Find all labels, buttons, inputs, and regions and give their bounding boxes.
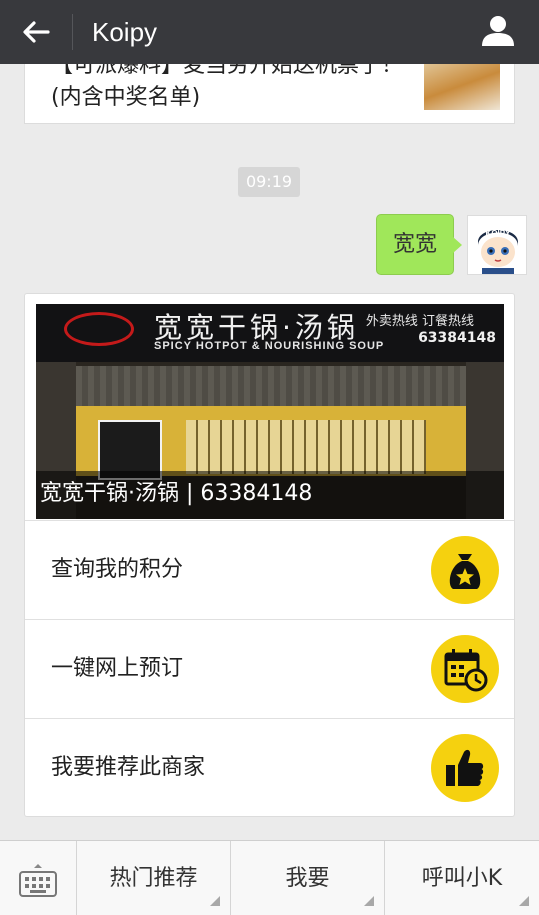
keyboard-toggle-button[interactable] bbox=[0, 841, 77, 915]
menu-item-label: 我要推荐此商家 bbox=[51, 755, 206, 780]
shop-sign-phone-label: 外卖热线 订餐热线 bbox=[365, 314, 474, 329]
calendar-clock-icon bbox=[431, 635, 499, 703]
message-timestamp: 09:19 bbox=[238, 167, 300, 197]
bottom-menu-bar: 热门推荐 我要 呼叫小K bbox=[0, 840, 539, 915]
submenu-indicator-icon bbox=[210, 896, 220, 906]
tab-label: 呼叫小K bbox=[421, 866, 503, 891]
merchant-cover-image[interactable]: 宽宽干锅·汤锅 SPICY HOTPOT & NOURISHING SOUP 外… bbox=[36, 304, 504, 519]
menu-item-online-booking[interactable]: 一键网上预订 bbox=[25, 619, 514, 718]
cover-caption: 宽宽干锅·汤锅 | 63384148 bbox=[40, 481, 313, 506]
shop-sign-logo bbox=[64, 312, 134, 346]
merchant-card: 宽宽干锅·汤锅 SPICY HOTPOT & NOURISHING SOUP 外… bbox=[24, 293, 515, 817]
tab-hot-recommend[interactable]: 热门推荐 bbox=[77, 841, 231, 915]
tab-label: 我要 bbox=[285, 866, 330, 891]
menu-item-label: 一键网上预订 bbox=[51, 656, 184, 681]
header-divider bbox=[72, 14, 73, 50]
storefront-window bbox=[186, 420, 426, 474]
avatar-text: KOIPY bbox=[486, 229, 512, 238]
menu-item-check-points[interactable]: 查询我的积分 bbox=[25, 520, 514, 619]
title-bar: Koipy bbox=[0, 0, 539, 64]
submenu-indicator-icon bbox=[519, 896, 529, 906]
profile-icon[interactable] bbox=[479, 12, 517, 50]
tab-call-k[interactable]: 呼叫小K bbox=[385, 841, 539, 915]
submenu-indicator-icon bbox=[364, 896, 374, 906]
avatar-illustration-icon: KOIPY bbox=[468, 216, 526, 274]
avatar[interactable]: KOIPY bbox=[467, 215, 527, 275]
back-arrow-icon[interactable] bbox=[18, 14, 54, 50]
menu-item-recommend-merchant[interactable]: 我要推荐此商家 bbox=[25, 718, 514, 817]
outgoing-message-bubble[interactable]: 宽宽 bbox=[376, 214, 462, 275]
page-title: Koipy bbox=[92, 17, 158, 47]
tab-label: 热门推荐 bbox=[109, 866, 198, 891]
shop-sign-phone: 63384148 bbox=[418, 330, 496, 346]
money-bag-star-icon bbox=[431, 536, 499, 604]
shop-sign-english: SPICY HOTPOT & NOURISHING SOUP bbox=[154, 340, 385, 352]
keyboard-icon bbox=[19, 864, 57, 897]
tab-i-want[interactable]: 我要 bbox=[231, 841, 385, 915]
thumbs-up-icon bbox=[431, 734, 499, 802]
menu-item-label: 查询我的积分 bbox=[51, 557, 184, 582]
storefront-awning bbox=[76, 366, 466, 406]
